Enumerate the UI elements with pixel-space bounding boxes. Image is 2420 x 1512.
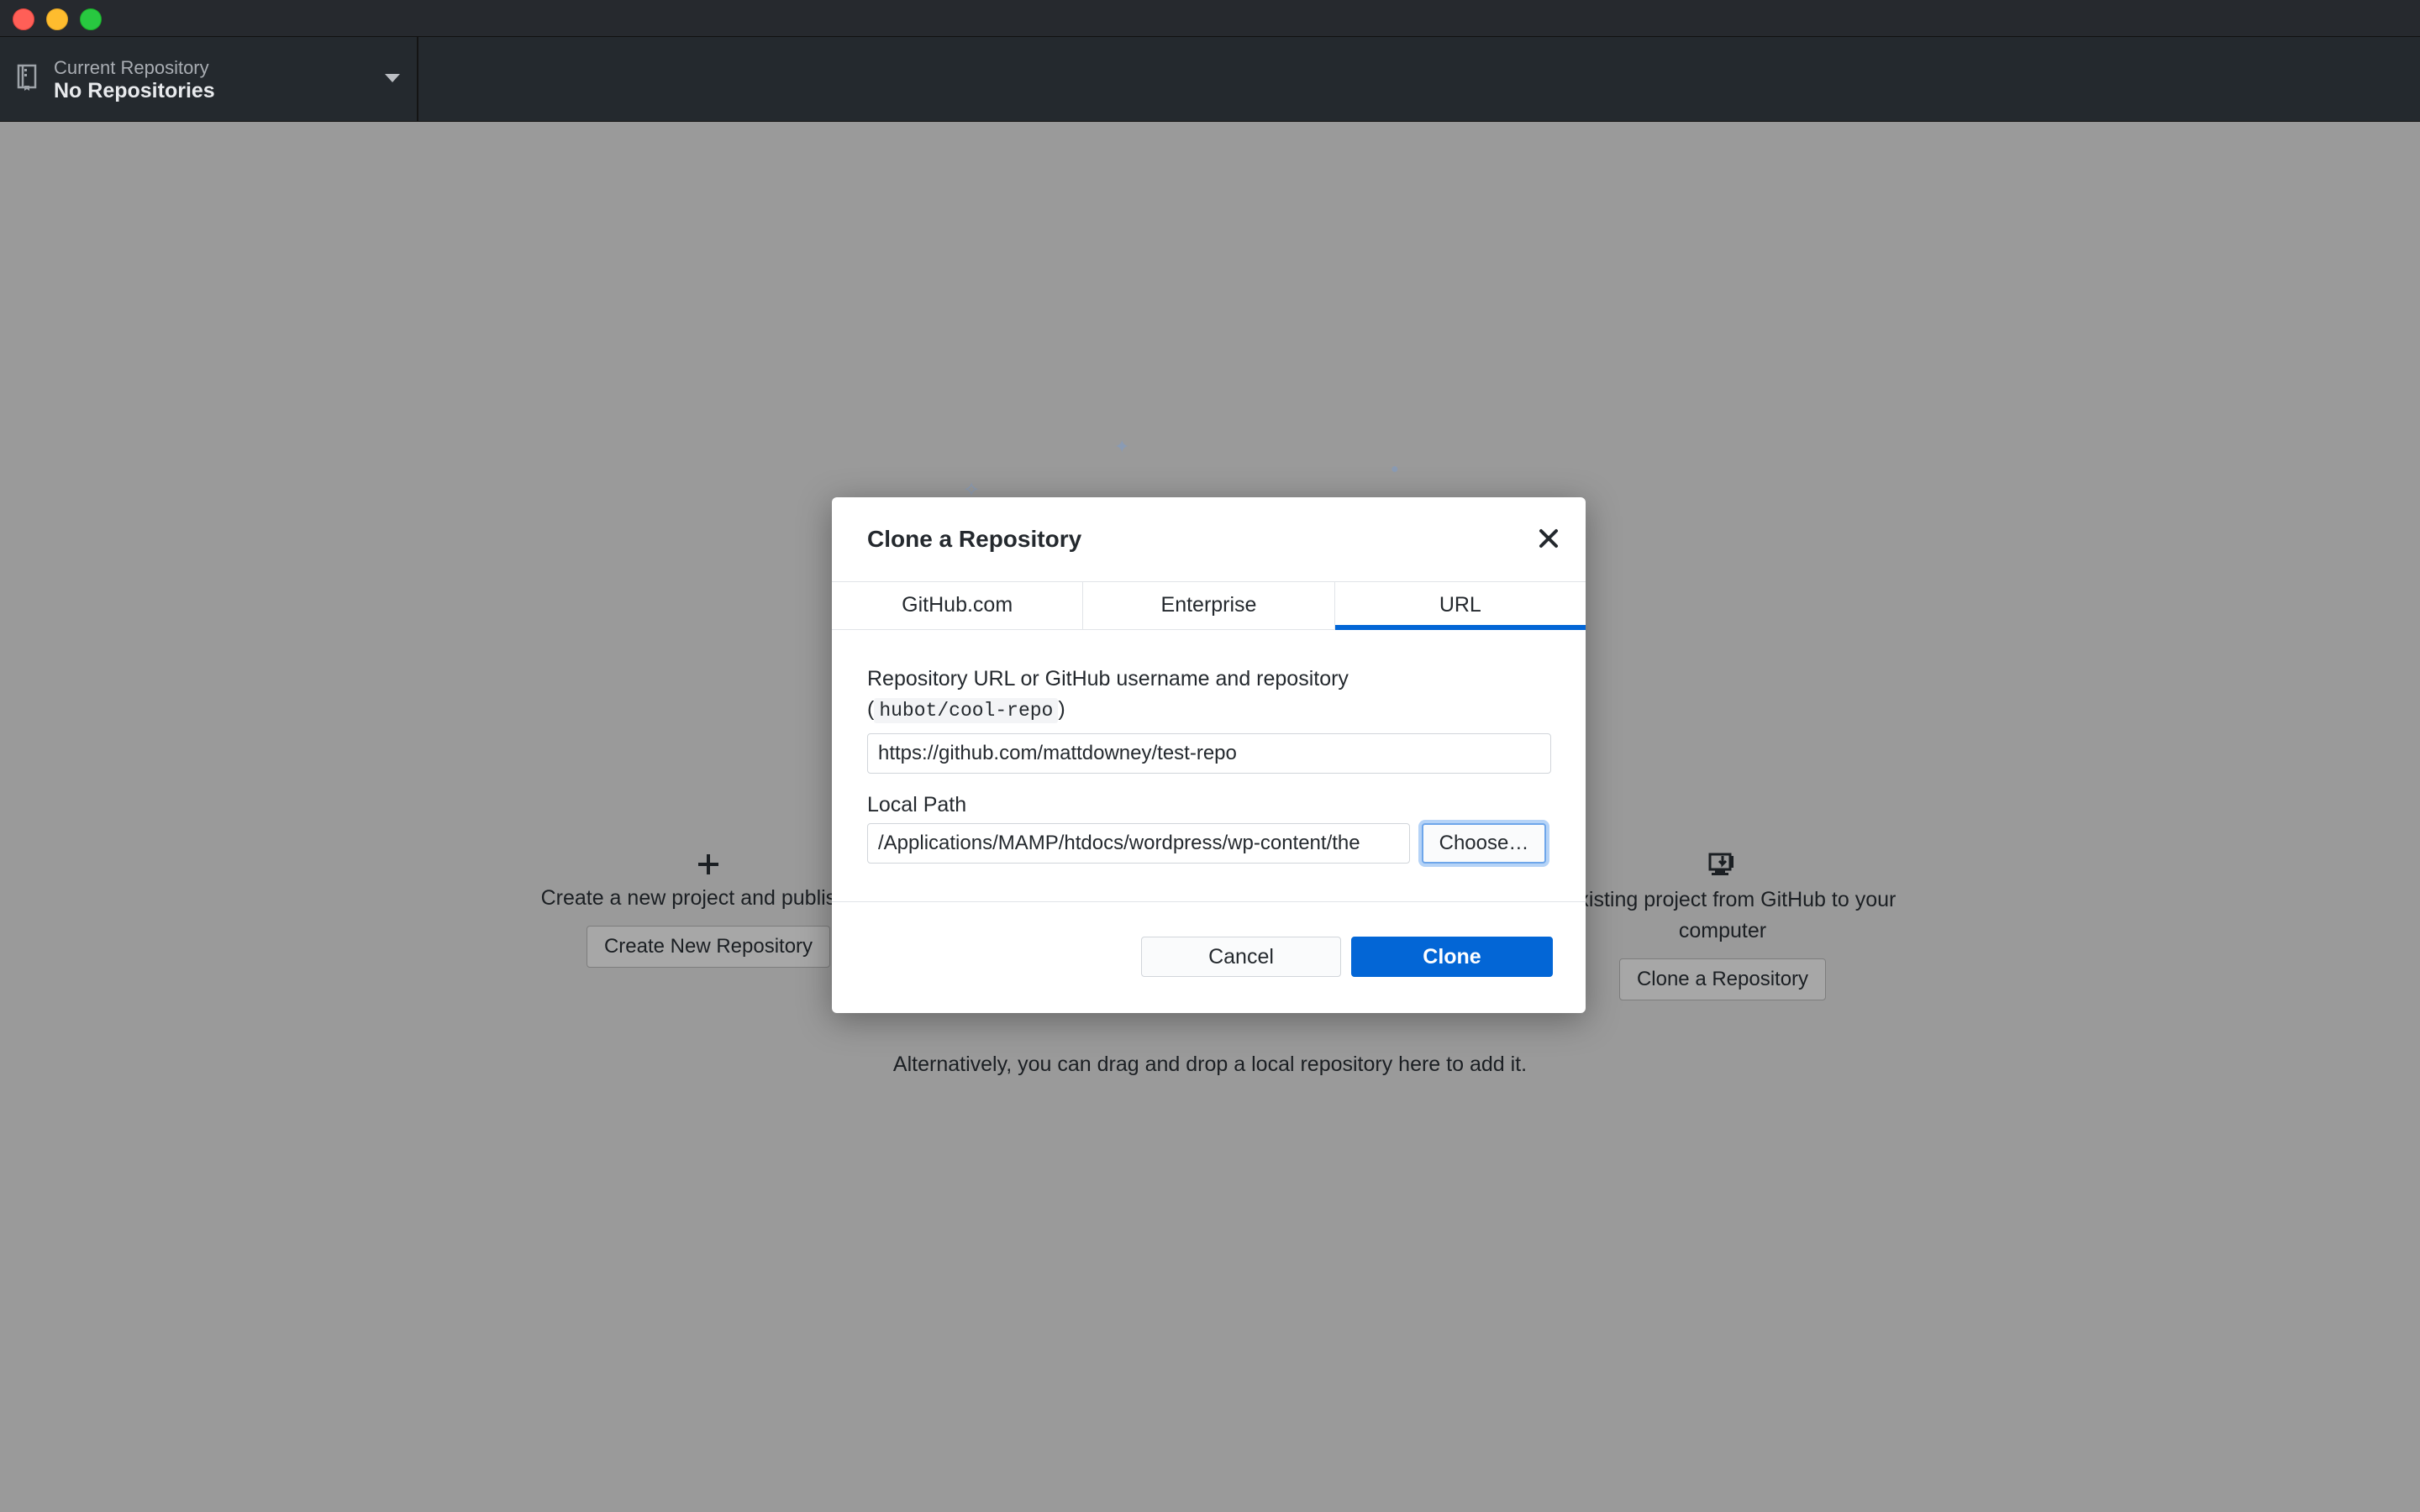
clone-button[interactable]: Clone (1351, 937, 1553, 977)
tab-enterprise[interactable]: Enterprise (1083, 582, 1335, 629)
dot-icon: ● (1391, 462, 1399, 476)
window-close-button[interactable] (13, 8, 34, 30)
dialog-title: Clone a Repository (867, 526, 1082, 552)
window-titlebar (0, 0, 2420, 37)
repository-url-example: (hubot/cool-repo) (867, 694, 1065, 726)
app-toolbar: Current Repository No Repositories (0, 37, 2420, 122)
current-repository-value: No Repositories (54, 79, 215, 102)
create-repository-block: Create a new project and publish it t Cr… (471, 853, 876, 968)
window-minimize-button[interactable] (46, 8, 68, 30)
clone-description-line1: n existing project from GitHub to your (1549, 888, 1897, 911)
tab-url[interactable]: URL (1334, 582, 1586, 630)
repository-url-label: Repository URL or GitHub username and re… (867, 667, 1349, 690)
drag-drop-hint: Alternatively, you can drag and drop a l… (892, 1053, 1528, 1076)
current-repository-selector[interactable]: Current Repository No Repositories (0, 37, 418, 121)
tab-github-com[interactable]: GitHub.com (832, 582, 1084, 629)
sparkle-icon: ✦ (1114, 436, 1130, 457)
clone-a-repository-button[interactable]: Clone a Repository (1618, 958, 1827, 1000)
close-icon[interactable] (1538, 528, 1560, 549)
example-code: hubot/cool-repo (874, 698, 1059, 723)
example-close-paren: ) (1058, 697, 1065, 721)
desktop-download-icon (1708, 853, 1733, 875)
dialog-footer-divider (832, 901, 1586, 902)
local-path-label: Local Path (867, 793, 967, 816)
chevron-down-icon (385, 74, 400, 82)
repository-icon (17, 64, 37, 91)
repository-url-input[interactable]: https://github.com/mattdowney/test-repo (867, 733, 1551, 774)
clone-repository-block: n existing project from GitHub to your c… (1549, 853, 1896, 1000)
plus-icon (698, 854, 718, 874)
cancel-button[interactable]: Cancel (1141, 937, 1341, 977)
current-repository-caption: Current Repository (54, 57, 209, 78)
clone-repository-dialog: Clone a Repository GitHub.com Enterprise… (832, 497, 1586, 1013)
clone-tabs: GitHub.com Enterprise URL (832, 581, 1586, 630)
window-maximize-button[interactable] (80, 8, 102, 30)
clone-description-line2: computer (1678, 919, 1767, 942)
local-path-input[interactable]: /Applications/MAMP/htdocs/wordpress/wp-c… (867, 823, 1410, 864)
create-new-repository-button[interactable]: Create New Repository (586, 926, 831, 968)
choose-path-button[interactable]: Choose… (1422, 823, 1546, 864)
